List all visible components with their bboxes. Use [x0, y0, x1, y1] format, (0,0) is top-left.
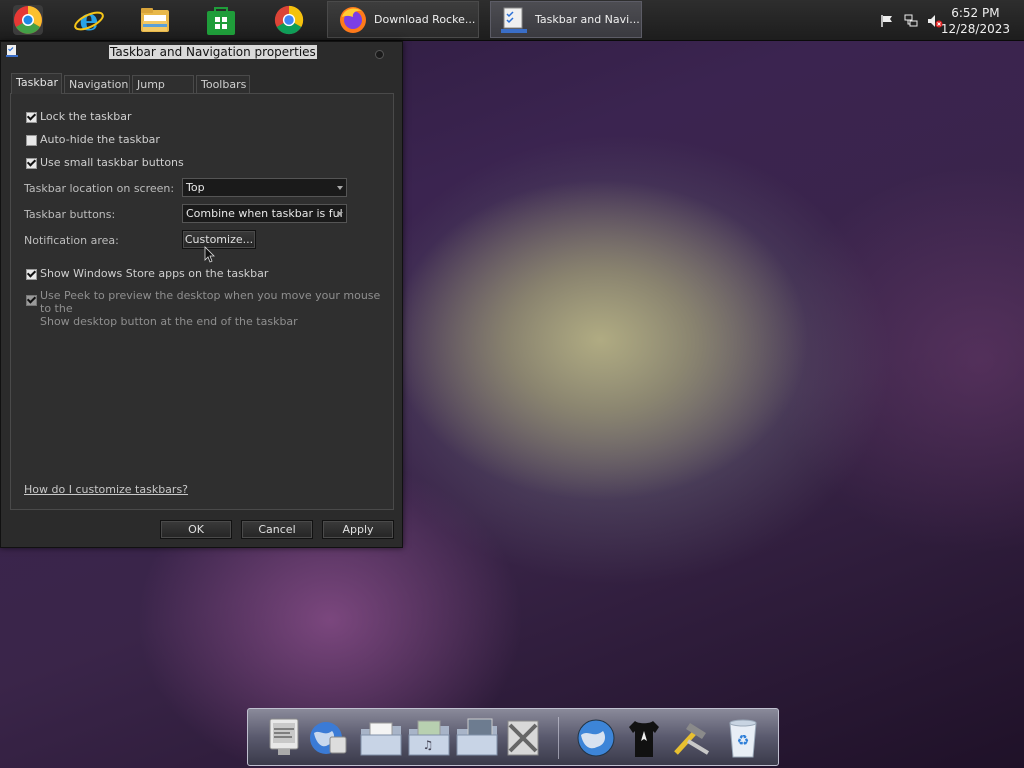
internet-explorer-pin[interactable]: e [61, 2, 117, 38]
checkbox-label: Auto-hide the taskbar [40, 133, 160, 146]
ie-icon: e [74, 3, 104, 37]
taskbar-buttons-select[interactable]: Combine when taskbar is ful [182, 204, 347, 223]
chevron-down-icon [337, 186, 343, 190]
apply-button[interactable]: Apply [322, 520, 394, 539]
task-firefox-download[interactable]: Download Rocke... [327, 1, 479, 38]
small-buttons-option[interactable]: Use small taskbar buttons [26, 156, 184, 169]
notification-area-label: Notification area: [24, 234, 119, 247]
store-apps-checkbox[interactable] [26, 269, 37, 280]
clock-time: 6:52 PM [951, 6, 1000, 20]
firefox-icon [340, 6, 366, 33]
task-label: Download Rocke... [374, 13, 476, 26]
location-select[interactable]: Top [182, 178, 347, 197]
checkbox-label: Show Windows Store apps on the taskbar [40, 267, 269, 280]
windows-store-pin[interactable] [193, 2, 249, 38]
svg-text:e: e [79, 3, 98, 37]
dialog-app-icon [6, 45, 18, 57]
lock-taskbar-checkbox[interactable] [26, 112, 37, 123]
taskbar-buttons-label: Taskbar buttons: [24, 208, 116, 221]
tools-icon[interactable] [500, 715, 546, 761]
globe-network-icon[interactable] [306, 715, 352, 761]
svg-text:♫: ♫ [423, 738, 434, 752]
file-explorer-pin[interactable] [127, 2, 183, 38]
task-label: Taskbar and Navi... [535, 13, 640, 26]
system-monitor-icon[interactable] [262, 715, 308, 761]
recycle-bin-icon[interactable]: ♻ [720, 715, 766, 761]
pictures-folder-icon[interactable] [454, 715, 500, 761]
peek-checkbox [26, 295, 37, 306]
google-chrome-pin[interactable] [261, 2, 317, 38]
taskbar-properties-dialog: Taskbar and Navigation properties Taskba… [0, 41, 403, 548]
chrome-color-icon [13, 5, 43, 35]
taskbar-buttons-value: Combine when taskbar is ful [186, 207, 343, 220]
dock: ♫ ♻ [247, 708, 779, 766]
browser-globe-icon[interactable] [573, 715, 619, 761]
dialog-title: Taskbar and Navigation properties [109, 45, 317, 59]
checkbox-label: Use small taskbar buttons [40, 156, 184, 169]
location-label: Taskbar location on screen: [24, 182, 175, 195]
chrome-canary-pin[interactable] [0, 2, 56, 38]
chevron-down-icon [337, 212, 343, 216]
chrome-icon [274, 5, 304, 35]
store-icon [207, 7, 235, 35]
peek-label-line2: Show desktop button at the end of the ta… [40, 315, 298, 328]
lock-taskbar-option[interactable]: Lock the taskbar [26, 110, 132, 123]
dock-separator [558, 717, 559, 759]
tab-jump-lists[interactable]: Jump Lists [132, 75, 194, 109]
taskbar-properties-icon [501, 7, 527, 33]
help-link[interactable]: How do I customize taskbars? [24, 483, 188, 496]
network-icon[interactable] [904, 14, 918, 28]
tab-taskbar[interactable]: Taskbar [11, 73, 62, 94]
cancel-button[interactable]: Cancel [241, 520, 313, 539]
tab-toolbars[interactable]: Toolbars [196, 75, 250, 93]
tshirt-icon[interactable] [621, 715, 667, 761]
svg-text:♻: ♻ [737, 733, 750, 749]
notification-area: 6:52 PM 12/28/2023 [864, 0, 1024, 40]
clock[interactable]: 6:52 PM 12/28/2023 [941, 5, 1010, 37]
peek-option: Use Peek to preview the desktop when you… [26, 289, 393, 328]
checkbox-label: Lock the taskbar [40, 110, 132, 123]
tab-navigation[interactable]: Navigation [64, 75, 130, 93]
folder-icon [141, 8, 169, 32]
taskbar-tab-panel: Lock the taskbar Auto-hide the taskbar U… [10, 93, 394, 510]
checkbox-label: Use Peek to preview the desktop when you… [40, 289, 393, 328]
small-buttons-checkbox[interactable] [26, 158, 37, 169]
flag-icon[interactable] [880, 14, 894, 28]
auto-hide-option[interactable]: Auto-hide the taskbar [26, 133, 160, 146]
hammer-icon[interactable] [668, 715, 714, 761]
mouse-cursor-icon [204, 246, 215, 263]
documents-folder-icon[interactable] [358, 715, 404, 761]
store-apps-option[interactable]: Show Windows Store apps on the taskbar [26, 267, 268, 280]
clock-date: 12/28/2023 [940, 22, 1010, 36]
close-icon[interactable] [375, 50, 384, 59]
task-taskbar-properties[interactable]: Taskbar and Navi... [490, 1, 642, 38]
customize-button[interactable]: Customize... [182, 230, 256, 249]
taskbar: e Download Rocke... Taskbar and Navi... … [0, 0, 1024, 41]
music-folder-icon[interactable]: ♫ [406, 715, 452, 761]
peek-label-line1: Use Peek to preview the desktop when you… [40, 289, 381, 315]
auto-hide-checkbox[interactable] [26, 135, 37, 146]
ok-button[interactable]: OK [160, 520, 232, 539]
location-value: Top [186, 181, 205, 194]
